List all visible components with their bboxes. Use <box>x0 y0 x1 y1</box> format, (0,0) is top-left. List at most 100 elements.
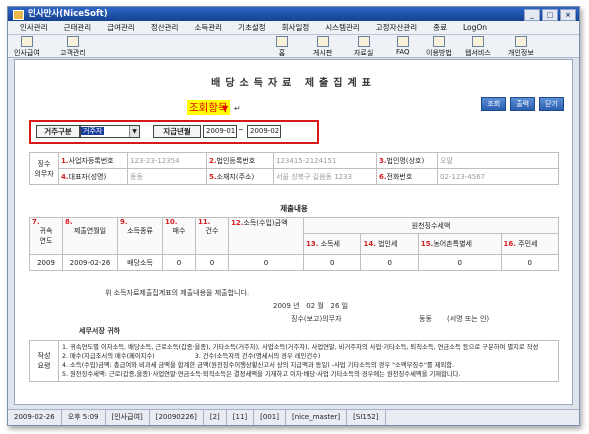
enter-icon: ↵ <box>234 104 241 113</box>
status-field-a: [2] <box>204 410 227 425</box>
board-icon <box>316 36 329 47</box>
address-value: 서울 성북구 길음동 1233 <box>273 168 377 185</box>
toolbar-customer-button[interactable]: 고객관리 <box>60 36 86 58</box>
corp-tax-header: 법인세 <box>378 240 398 248</box>
date-to-input[interactable]: 2009-02 <box>247 125 281 138</box>
down-arrow-icon: ▼ <box>222 104 229 113</box>
web-icon <box>471 36 484 47</box>
toolbar: 인사급여 고객관리 홈 게시판 자료실 FAQ 이용방법 웹서비스 개인정보 <box>8 35 579 58</box>
amount-header: 소득(수입)금액 <box>243 219 288 227</box>
customer-icon <box>66 36 79 47</box>
pay-period-label: 지급년월 <box>153 125 201 138</box>
menu-basic-settings[interactable]: 기초설정 <box>238 21 266 34</box>
corp-reg-label: 법인등록번호 <box>216 156 256 165</box>
payer-table: 징수 의무자 1.사업자등록번호 123-23-12354 2.법인등록번호 1… <box>29 152 559 185</box>
menu-system[interactable]: 시스템관리 <box>325 21 360 34</box>
resident-tax-header: 주민세 <box>518 240 538 248</box>
row-amount: 0 <box>228 254 304 271</box>
submission-table: 7. 귀속 연도 8. 제출연월일 9. 소득종류 10. 매수 11. 건수 12.소득… <box>29 217 560 271</box>
date-separator: ~ <box>238 126 244 134</box>
ceo-label: 대표자(성명) <box>68 172 107 181</box>
toolbar-howto-button[interactable]: 이용방법 <box>426 36 452 58</box>
reporter-name: 동동 <box>419 315 432 323</box>
instructions-side-label: 작성 요령 <box>29 340 59 382</box>
row-count: 0 <box>195 254 229 271</box>
biz-reg-label: 사업자등록번호 <box>68 156 114 165</box>
table-row: 2009 2009-02-26 배당소득 0 0 0 0 0 0 0 <box>29 254 560 271</box>
maximize-button[interactable]: □ <box>542 9 558 21</box>
payroll-icon <box>20 36 33 47</box>
menu-exit[interactable]: 종료 <box>433 21 447 34</box>
sign-label: (서명 또는 인) <box>447 315 490 323</box>
status-bar: 2009-02-26 오후 5:09 [인사급여] [20090226] [2]… <box>8 409 579 425</box>
title-bar: 인사만사(NiceSoft) _ □ × <box>8 7 579 21</box>
home-icon <box>276 36 288 47</box>
print-button[interactable]: 출력 <box>510 97 536 111</box>
status-company: [001] <box>254 410 286 425</box>
residency-label: 거주구분 <box>36 125 80 138</box>
app-icon <box>13 10 24 20</box>
income-type-header: 소득종류 <box>127 227 153 235</box>
status-workdate: [20090226] <box>150 410 204 425</box>
page-title: 배당소득자료 제출집계표 <box>211 78 376 89</box>
archive-icon <box>357 36 370 47</box>
instruction-1: 1. 귀속연도별 이자소득, 배당소득, 근로소득(갑종·을종), 기타소득(거… <box>62 344 539 351</box>
residency-select[interactable]: 거주자 ▼ <box>80 125 140 138</box>
chevron-down-icon[interactable]: ▼ <box>129 126 139 137</box>
menu-logon[interactable]: LogOn <box>463 21 487 34</box>
row-sheets: 0 <box>162 254 196 271</box>
submit-date-header: 제출연월일 <box>73 227 107 235</box>
close-form-button[interactable]: 닫기 <box>539 97 564 111</box>
menu-assets[interactable]: 고정자산관리 <box>376 21 417 34</box>
toolbar-profile-button[interactable]: 개인정보 <box>508 36 534 58</box>
declaration-text: 위 소득자료제출집계표의 제출내용을 제출합니다. <box>105 289 250 297</box>
phone-value: 02-123-4567 <box>437 168 559 185</box>
date-from-input[interactable]: 2009-01 <box>203 125 237 138</box>
reporter-label: 징수(보고)의무자 <box>291 315 342 323</box>
rural-tax-header: 농어촌특별세 <box>433 240 472 248</box>
row-corp-tax: 0 <box>360 254 419 271</box>
status-user: [nice_master] <box>286 410 348 425</box>
income-tax-header: 소득세 <box>320 240 340 248</box>
menu-payroll[interactable]: 급여관리 <box>107 21 135 34</box>
address-label: 소재지(주소) <box>216 172 255 181</box>
menu-settlement[interactable]: 정산관리 <box>151 21 179 34</box>
filter-box: 거주구분 거주자 ▼ 지급년월 2009-01 ~ 2009-02 <box>29 120 319 144</box>
window-title: 인사만사(NiceSoft) <box>28 9 108 19</box>
menu-schedule[interactable]: 회사일정 <box>282 21 310 34</box>
close-button[interactable]: × <box>560 9 576 21</box>
withholding-header: 원천징수세액 <box>303 217 559 234</box>
corp-name-label: 법인명(상호) <box>386 156 425 165</box>
menu-attendance[interactable]: 근태관리 <box>64 21 92 34</box>
app-window: 인사만사(NiceSoft) _ □ × 인사관리 근태관리 급여관리 정산관리… <box>7 6 580 426</box>
instruction-5: 5. 원천징수세액: 근로(갑종,을종)·사업연말·연금소득·퇴직소득은 결정세… <box>62 371 461 378</box>
residency-value: 거주자 <box>81 127 105 135</box>
toolbar-archive-button[interactable]: 자료실 <box>354 36 373 58</box>
toolbar-webservice-button[interactable]: 웹서비스 <box>465 36 491 58</box>
ceo-value: 동동 <box>127 168 207 185</box>
toolbar-payroll-button[interactable]: 인사급여 <box>14 36 40 58</box>
corp-name-value: 오말 <box>437 152 559 169</box>
menu-income[interactable]: 소득관리 <box>194 21 222 34</box>
instruction-3: 3. 건수(소득자의 건수(명세서의 경우 레인건수) <box>194 353 321 360</box>
status-module: [인사급여] <box>106 410 150 425</box>
instruction-4: 4. 소득(수입)금액: 총급여와 비과세 금액을 합계한 금액(원천징수이행상… <box>62 362 455 369</box>
biz-reg-value: 123-23-12354 <box>127 152 207 169</box>
submission-section-title: 제출내용 <box>280 204 308 213</box>
declaration-date: 2009 년 02 월 26 일 <box>273 302 349 310</box>
menu-hr[interactable]: 인사관리 <box>20 21 48 34</box>
instruction-2: 2. 매수(지급조서의 매수(페이지수) <box>62 353 155 360</box>
count-header: 건수 <box>205 227 219 235</box>
corp-reg-value: 123415-2124151 <box>273 152 377 169</box>
status-field-b: [11] <box>227 410 255 425</box>
search-button[interactable]: 조회 <box>481 97 507 111</box>
toolbar-home-button[interactable]: 홈 <box>276 36 288 58</box>
toolbar-board-button[interactable]: 게시판 <box>313 36 332 58</box>
minimize-button[interactable]: _ <box>524 9 540 21</box>
toolbar-faq-button[interactable]: FAQ <box>396 36 410 56</box>
row-resident-tax: 0 <box>500 254 560 271</box>
row-income-tax: 0 <box>302 254 362 271</box>
sheets-header: 매수 <box>172 227 186 235</box>
instructions-table: 작성 요령 1. 귀속연도별 이자소득, 배당소득, 근로소득(갑종·을종), … <box>29 340 559 382</box>
phone-label: 전화번호 <box>386 172 413 181</box>
